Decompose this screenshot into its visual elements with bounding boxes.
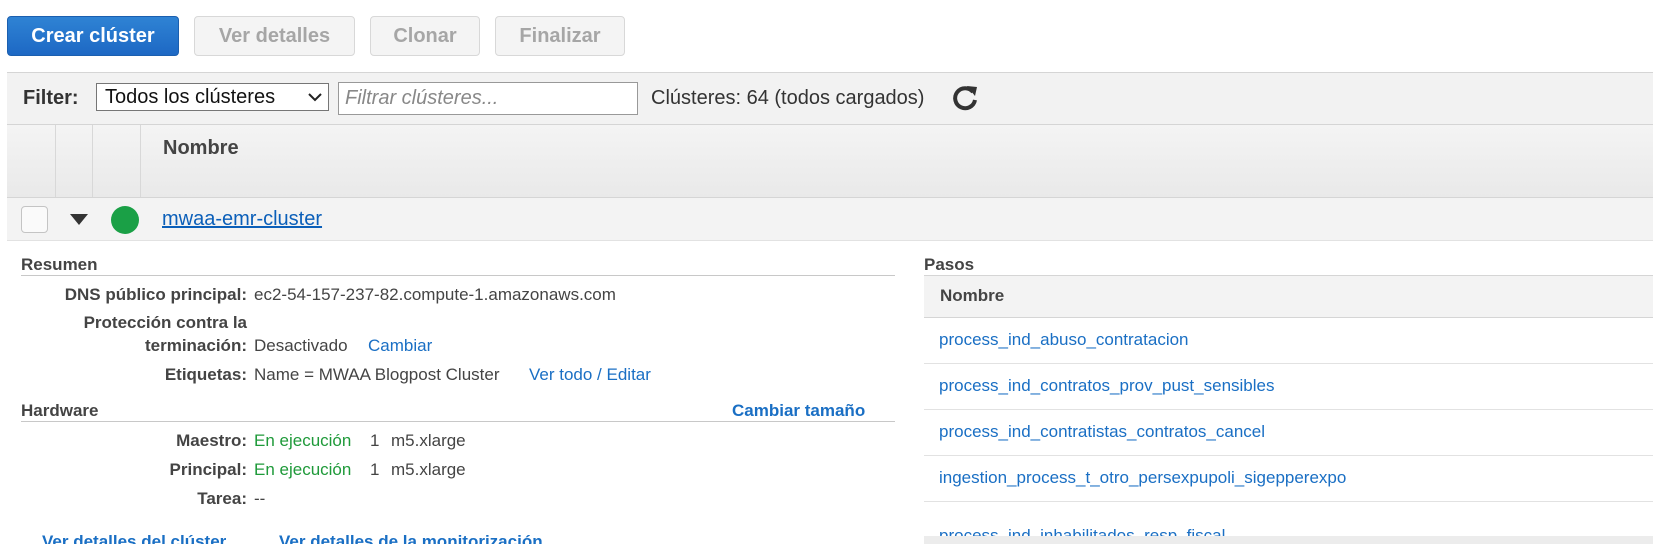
step-link[interactable]: process_ind_contratos_prov_pust_sensible… [939, 376, 1274, 396]
hardware-divider [21, 421, 895, 422]
clusters-table-header: Nombre [7, 124, 1653, 198]
table-row[interactable]: mwaa-emr-cluster [7, 198, 1653, 241]
core-instance-type: m5.xlarge [391, 460, 466, 479]
steps-scroll-edge [924, 536, 1653, 544]
change-protection-link[interactable]: Cambiar [368, 336, 432, 356]
list-item[interactable]: process_ind_contratistas_contratos_cance… [924, 410, 1653, 456]
cluster-filter-select[interactable]: Todos los clústeres [96, 83, 329, 111]
list-item[interactable]: process_ind_abuso_contratacion [924, 318, 1653, 364]
core-status: En ejecución [254, 460, 352, 479]
cluster-name-link[interactable]: mwaa-emr-cluster [162, 208, 322, 231]
status-running-icon [111, 206, 139, 234]
step-link[interactable]: process_ind_abuso_contratacion [939, 330, 1189, 350]
header-select-column [7, 125, 56, 197]
summary-divider [21, 275, 895, 276]
task-value: -- [254, 489, 266, 508]
dns-value: ec2-54-157-237-82.compute-1.amazonaws.co… [254, 285, 616, 304]
master-label: Maestro: [176, 431, 247, 450]
master-count: 1 [370, 431, 380, 450]
dns-label: DNS público principal: [64, 285, 247, 304]
create-cluster-button[interactable]: Crear clúster [7, 16, 179, 56]
emr-console-page: Crear clúster Ver detalles Clonar Finali… [0, 0, 1653, 544]
tags-value: Name = MWAA Blogpost Cluster [254, 365, 500, 384]
header-status-column [92, 125, 141, 197]
view-cluster-details-link[interactable]: Ver detalles del clúster [42, 532, 226, 544]
tags-label: Etiquetas: [164, 365, 247, 384]
hardware-title: Hardware [21, 401, 99, 420]
toolbar: Crear clúster Ver detalles Clonar Finali… [7, 16, 625, 56]
filter-label: Filter: [23, 87, 79, 109]
summary-title: Resumen [21, 255, 98, 274]
core-count: 1 [370, 460, 380, 479]
termination-protection-value: Desactivado [254, 336, 348, 355]
termination-protection-label-line1: Protección contra la [83, 313, 247, 332]
list-item[interactable]: process_ind_contratos_prov_pust_sensible… [924, 364, 1653, 410]
step-link[interactable]: ingestion_process_t_otro_persexpupoli_si… [939, 468, 1346, 488]
resize-link[interactable]: Cambiar tamaño [732, 401, 865, 421]
search-input[interactable]: Filtrar clústeres... [338, 82, 638, 115]
column-header-name[interactable]: Nombre [163, 137, 239, 160]
filter-bar: Filter: Todos los clústeres Filtrar clús… [7, 72, 1653, 124]
steps-title: Pasos [924, 255, 975, 274]
step-link[interactable]: process_ind_contratistas_contratos_cance… [939, 422, 1265, 442]
view-monitoring-details-link[interactable]: Ver detalles de la monitorización [279, 532, 543, 544]
steps-table-header: Nombre [924, 275, 1653, 318]
task-label: Tarea: [197, 489, 247, 508]
caret-down-icon[interactable] [70, 214, 88, 225]
master-status: En ejecución [254, 431, 352, 450]
refresh-icon[interactable] [951, 84, 979, 112]
terminate-button[interactable]: Finalizar [495, 16, 625, 56]
clone-button[interactable]: Clonar [370, 16, 480, 56]
header-expand-column [55, 125, 93, 197]
steps-column-header-name: Nombre [940, 286, 1005, 305]
termination-protection-label-line2: terminación: [144, 336, 247, 355]
view-details-button[interactable]: Ver detalles [194, 16, 355, 56]
cluster-count: Clústeres: 64 (todos cargados) [651, 87, 925, 109]
list-item[interactable]: ingestion_process_t_otro_persexpupoli_si… [924, 456, 1653, 502]
row-checkbox[interactable] [21, 206, 48, 233]
filter-select-value: Todos los clústeres [105, 86, 276, 108]
view-edit-tags-link[interactable]: Ver todo / Editar [529, 365, 651, 385]
core-label: Principal: [169, 460, 247, 479]
chevron-down-icon [308, 93, 322, 102]
master-instance-type: m5.xlarge [391, 431, 466, 450]
